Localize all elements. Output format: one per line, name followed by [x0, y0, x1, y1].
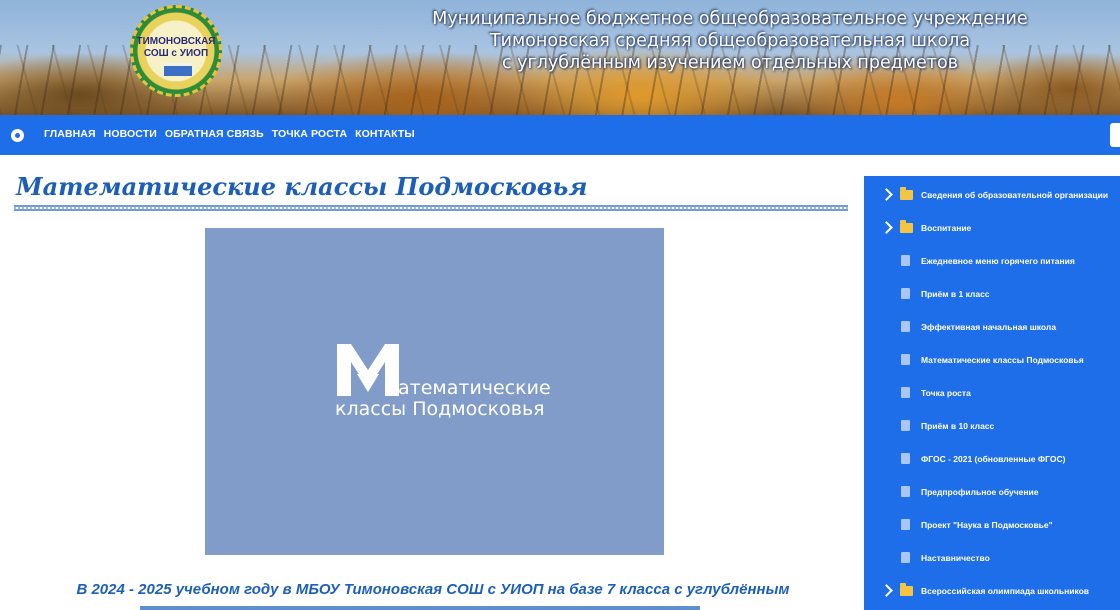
sidebar-item-label: Всероссийская олимпиада школьников [921, 585, 1090, 596]
nav-item-feedback[interactable]: Обратная связь [165, 128, 264, 140]
chevron-right-icon[interactable] [880, 188, 893, 201]
sidebar-item-growth-point[interactable]: Точка роста [864, 376, 1120, 409]
document-icon [901, 519, 910, 530]
page-title: Математические классы Подмосковья [16, 172, 588, 201]
document-icon [901, 255, 910, 266]
sidebar-item-label: Ежедневное меню горячего питания [921, 255, 1075, 266]
nav-item-growth-point[interactable]: Точка роста [272, 128, 347, 140]
hero-caption-line: атематические [398, 377, 551, 399]
hero-caption-line: классы Подмосковья [335, 398, 545, 420]
school-title-line: Тимоновская средняя общеобразовательная … [489, 31, 971, 51]
document-icon [901, 420, 910, 431]
folder-icon [900, 582, 913, 596]
sidebar-item-organization-info[interactable]: Сведения об образовательной организации [864, 178, 1120, 211]
chevron-right-icon[interactable] [880, 584, 893, 597]
document-icon [901, 321, 910, 332]
sidebar-item-daily-menu[interactable]: Ежедневное меню горячего питания [864, 244, 1120, 277]
sidebar-item-effective-primary[interactable]: Эффективная начальная школа [864, 310, 1120, 343]
sidebar-item-label: Приём в 10 класс [921, 420, 995, 431]
school-logo[interactable]: ТИМОНОВСКАЯ СОШ с УИОП [130, 5, 222, 97]
article-text-continued [140, 604, 700, 610]
nav-links: Главная Новости Обратная связь Точка рос… [44, 128, 415, 140]
document-icon [901, 453, 910, 464]
sidebar-item-label: Воспитание [921, 222, 972, 233]
folder-icon [900, 186, 913, 200]
chevron-right-icon[interactable] [880, 221, 893, 234]
document-icon [901, 552, 910, 563]
sidebar-item-science-project[interactable]: Проект "Наука в Подмосковье" [864, 508, 1120, 541]
sidebar-item-admission-1[interactable]: Приём в 1 класс [864, 277, 1120, 310]
header-banner: ТИМОНОВСКАЯ СОШ с УИОП Муниципальное бюд… [0, 0, 1120, 115]
nav-item-contacts[interactable]: Контакты [355, 128, 415, 140]
school-title: Муниципальное бюджетное общеобразователь… [420, 8, 1040, 74]
sidebar-item-upbringing[interactable]: Воспитание [864, 211, 1120, 244]
article-text: В 2024 - 2025 учебном году в МБОУ Тимоно… [76, 581, 790, 598]
search-input[interactable] [1110, 123, 1120, 147]
sidebar-item-label: Точка роста [921, 387, 971, 398]
sidebar-item-admission-10[interactable]: Приём в 10 класс [864, 409, 1120, 442]
accessibility-eye-icon[interactable] [11, 129, 24, 142]
sidebar-item-fgos-2021[interactable]: ФГОС - 2021 (обновленные ФГОС) [864, 442, 1120, 475]
sidebar-item-label: Эффективная начальная школа [921, 321, 1057, 332]
nav-item-home[interactable]: Главная [44, 128, 96, 140]
folder-icon [900, 219, 913, 233]
school-title-line: Муниципальное бюджетное общеобразователь… [432, 9, 1028, 29]
document-icon [901, 288, 910, 299]
sidebar-item-olympiad[interactable]: Всероссийская олимпиада школьников [864, 574, 1120, 607]
document-icon [901, 486, 910, 497]
sidebar-item-label: ФГОС - 2021 (обновленные ФГОС) [921, 453, 1066, 464]
hero-image: атематические классы Подмосковья [205, 228, 664, 555]
sidebar-menu: Сведения об образовательной организации … [864, 176, 1120, 610]
sidebar-item-mentoring[interactable]: Наставничество [864, 541, 1120, 574]
document-icon [901, 387, 910, 398]
sidebar-item-label: Приём в 1 класс [921, 288, 990, 299]
document-icon [901, 354, 910, 365]
hero-caption: атематические классы Подмосковья [335, 378, 551, 420]
sidebar-item-label: Предпрофильное обучение [921, 486, 1039, 497]
sidebar-item-label: Сведения об образовательной организации [921, 189, 1109, 200]
title-divider [14, 205, 848, 211]
school-title-line: с углублённым изучением отдельных предме… [501, 53, 959, 73]
nav-item-news[interactable]: Новости [104, 128, 157, 140]
sidebar-item-label: Проект "Наука в Подмосковье" [921, 519, 1053, 530]
logo-text: ТИМОНОВСКАЯ СОШ с УИОП [136, 36, 216, 59]
sidebar-item-label: Наставничество [921, 552, 990, 563]
book-icon [164, 63, 192, 76]
main-navbar: Главная Новости Обратная связь Точка рос… [0, 115, 1120, 155]
sidebar-item-pre-profile[interactable]: Предпрофильное обучение [864, 475, 1120, 508]
sidebar-item-math-classes[interactable]: Математические классы Подмосковья [864, 343, 1120, 376]
sidebar-item-label: Математические классы Подмосковья [921, 354, 1084, 365]
